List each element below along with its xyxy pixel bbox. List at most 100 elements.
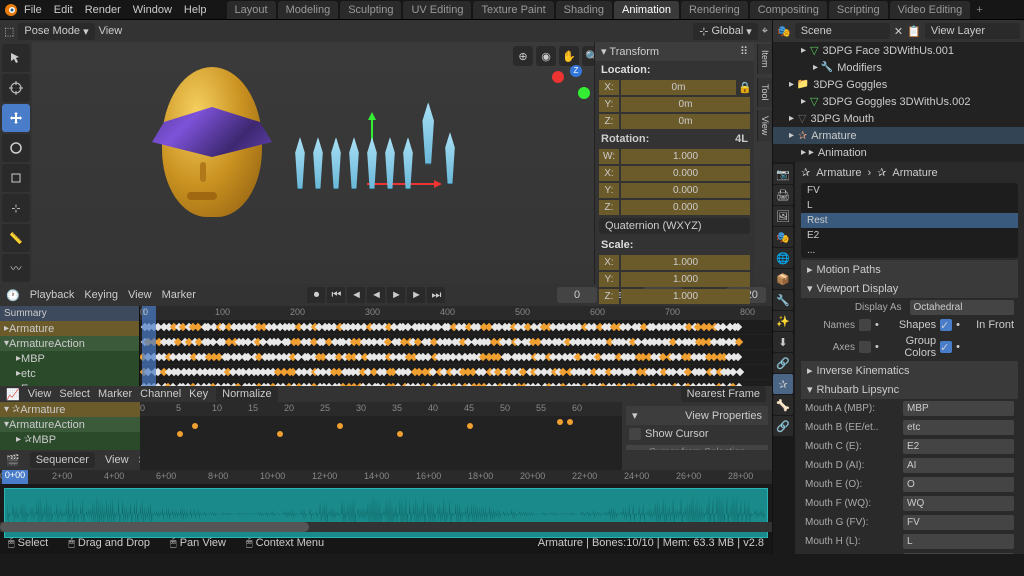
armature-tab-icon[interactable]: ✰	[773, 374, 793, 394]
object-tab-icon[interactable]: 📦	[773, 269, 793, 289]
axes-checkbox[interactable]	[859, 341, 871, 353]
particle-tab-icon[interactable]: ✨	[773, 311, 793, 331]
ge-view-menu[interactable]: View	[28, 388, 52, 400]
sequencer-mode-dropdown[interactable]: Sequencer	[30, 452, 95, 468]
select-tool[interactable]	[2, 44, 30, 72]
nav-gizmo[interactable]: Z	[542, 47, 602, 107]
rhubarb-section[interactable]: ▾ Rhubarb Lipsync	[801, 380, 1018, 399]
jump-end-icon[interactable]: ⏭	[427, 287, 445, 303]
show-cursor-checkbox[interactable]	[629, 428, 641, 440]
ge-object-row[interactable]: ▾ ✰ Armature	[0, 402, 140, 417]
tab-video[interactable]: Video Editing	[890, 1, 971, 19]
physics-tab-icon[interactable]: ⬇	[773, 332, 793, 352]
x-axis-icon[interactable]	[552, 71, 564, 83]
editor-type-icon[interactable]: ⬚	[4, 25, 14, 38]
n-tab-tool[interactable]: Tool	[757, 78, 772, 107]
tab-texpaint[interactable]: Texture Paint	[473, 1, 553, 19]
outliner-row[interactable]: ▸ 🔧 Modifiers	[773, 59, 1024, 76]
rotate-tool[interactable]	[2, 134, 30, 162]
bone-tab-icon[interactable]: 🦴	[773, 395, 793, 415]
constraint-tab-icon[interactable]: 🔗	[773, 353, 793, 373]
playback-menu[interactable]: Playback	[30, 289, 75, 301]
ds-action-row[interactable]: ▾ ArmatureAction	[0, 336, 139, 351]
rot-y-field[interactable]: 0.000	[621, 183, 750, 198]
tab-shading[interactable]: Shading	[556, 1, 612, 19]
menu-window[interactable]: Window	[127, 4, 178, 16]
rhubarb-field[interactable]: etc	[903, 420, 1014, 435]
pose-library-list[interactable]: FV L Rest E2 ...	[801, 183, 1018, 258]
list-item[interactable]: ...	[801, 243, 1018, 258]
dopesheet-keyarea[interactable]: 0100200300400500600700800 0	[140, 306, 772, 386]
ik-section[interactable]: ▸ Inverse Kinematics	[801, 361, 1018, 380]
transform-panel-header[interactable]: ▾ Transform⠿	[595, 42, 754, 61]
pivot-dropdown[interactable]: Nearest Frame	[681, 386, 766, 402]
sequencer-editor-icon[interactable]: 🎬	[6, 454, 20, 467]
add-workspace-icon[interactable]: +	[976, 4, 982, 16]
ge-select-menu[interactable]: Select	[59, 388, 90, 400]
shapes-checkbox[interactable]: ✓	[940, 319, 952, 331]
list-item[interactable]: E2	[801, 228, 1018, 243]
keying-menu[interactable]: Keying	[84, 289, 118, 301]
seq-playhead[interactable]: 0+00	[2, 470, 28, 484]
tab-sculpting[interactable]: Sculpting	[340, 1, 401, 19]
normalize-toggle[interactable]: Normalize	[216, 386, 278, 402]
viewlayer-tab-icon[interactable]: 🖼	[773, 206, 793, 226]
render-tab-icon[interactable]: 📷	[773, 164, 793, 184]
rot-x-field[interactable]: 0.000	[621, 166, 750, 181]
measure-tool[interactable]: 📏	[2, 224, 30, 252]
seq-scrollbar[interactable]	[0, 522, 772, 532]
jump-start-icon[interactable]: ⏮	[327, 287, 345, 303]
rot-z-field[interactable]: 0.000	[621, 200, 750, 215]
outliner-row[interactable]: ▸ ▸ Animation	[773, 144, 1024, 161]
graph-editor-icon[interactable]: 📈	[6, 388, 20, 401]
loc-z-field[interactable]: 0m	[621, 114, 750, 129]
tab-uv[interactable]: UV Editing	[403, 1, 471, 19]
names-checkbox[interactable]	[859, 319, 871, 331]
ge-key-menu[interactable]: Key	[189, 388, 208, 400]
ge-marker-menu[interactable]: Marker	[98, 388, 132, 400]
menu-file[interactable]: File	[18, 4, 48, 16]
viewlayer-icon[interactable]: 📋	[907, 25, 921, 38]
play-icon[interactable]: ►	[387, 287, 405, 303]
rotation-mode-dropdown[interactable]: Quaternion (WXYZ)	[599, 218, 750, 234]
tab-compositing[interactable]: Compositing	[750, 1, 827, 19]
play-reverse-icon[interactable]: ◄	[367, 287, 385, 303]
loc-x-field[interactable]: 0m	[621, 80, 736, 95]
view-menu[interactable]: View	[99, 25, 123, 37]
menu-render[interactable]: Render	[79, 4, 127, 16]
output-tab-icon[interactable]: 🖨	[773, 185, 793, 205]
modifier-tab-icon[interactable]: 🔧	[773, 290, 793, 310]
world-tab-icon[interactable]: 🌐	[773, 248, 793, 268]
scale-z-field[interactable]: 1.000	[621, 289, 750, 304]
scene-tab-icon[interactable]: 🎭	[773, 227, 793, 247]
rhubarb-field[interactable]: O	[903, 477, 1014, 492]
sequencer-area[interactable]: 0+002+004+006+008+0010+0012+0014+0016+00…	[0, 470, 772, 532]
n-tab-view[interactable]: View	[757, 110, 772, 141]
tab-modeling[interactable]: Modeling	[278, 1, 339, 19]
z-axis-icon[interactable]: Z	[570, 65, 582, 77]
scale-tool[interactable]	[2, 164, 30, 192]
move-tool[interactable]	[2, 104, 30, 132]
rot-w-field[interactable]: 1.000	[621, 149, 750, 164]
tab-rendering[interactable]: Rendering	[681, 1, 748, 19]
rhubarb-field[interactable]: L	[903, 534, 1014, 549]
motion-paths-section[interactable]: ▸ Motion Paths	[801, 260, 1018, 279]
menu-help[interactable]: Help	[178, 4, 213, 16]
viewport-3d[interactable]: ⊹ 📏 〰 ⊕ ◉ ✋ 🔍 Z	[0, 42, 772, 284]
rhubarb-field[interactable]: MBP	[903, 401, 1014, 416]
playhead[interactable]: 0	[142, 306, 156, 386]
scale-x-field[interactable]: 1.000	[621, 255, 750, 270]
orientation-dropdown[interactable]: ⊹Global▾	[693, 23, 758, 40]
outliner[interactable]: ▸ ▽ 3DPG Face 3DWithUs.001▸ 🔧 Modifiers ▸…	[773, 42, 1024, 162]
group-colors-checkbox[interactable]: ✓	[940, 341, 952, 353]
tab-animation[interactable]: Animation	[614, 1, 679, 19]
current-frame-field[interactable]: 0	[557, 287, 597, 303]
ds-object-row[interactable]: ▸ Armature	[0, 321, 139, 336]
rhubarb-field[interactable]: WQ	[903, 496, 1014, 511]
boneconstraint-tab-icon[interactable]: 🔗	[773, 416, 793, 436]
outliner-row[interactable]: ▸ ▽ 3DPG Mouth	[773, 110, 1024, 127]
ge-channel-menu[interactable]: Channel	[140, 388, 181, 400]
outliner-row[interactable]: ▸ ▽ 3DPG Face 3DWithUs.001	[773, 42, 1024, 59]
tl-marker-menu[interactable]: Marker	[162, 289, 196, 301]
timeline-editor-icon[interactable]: 🕐	[6, 289, 20, 302]
